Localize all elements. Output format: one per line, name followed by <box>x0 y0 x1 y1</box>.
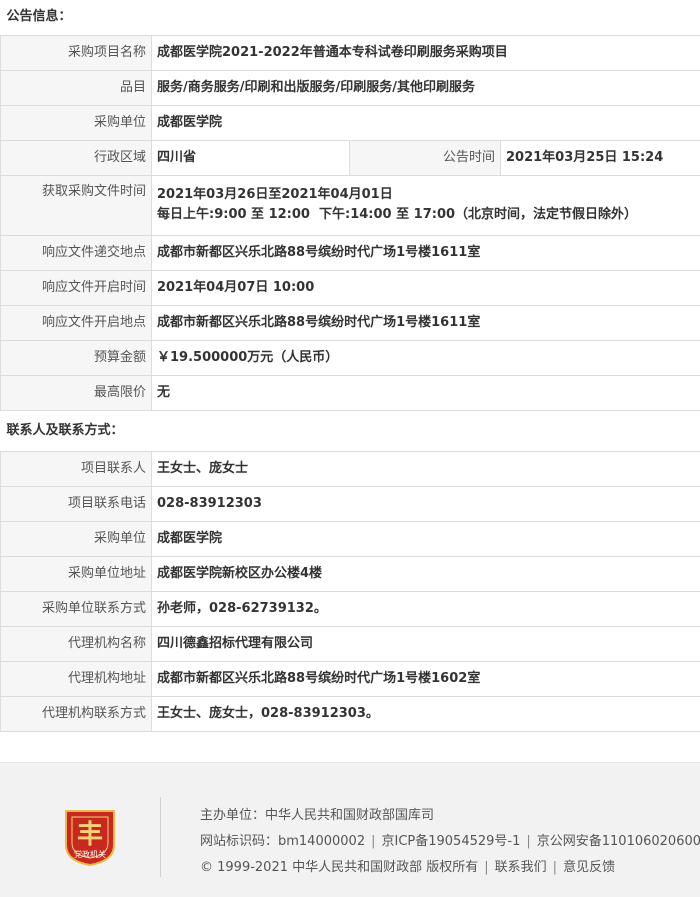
row-submit-place: 响应文件递交地点 成都市新都区兴乐北路88号缤纷时代广场1号楼1611室 <box>1 235 700 270</box>
label-category: 品目 <box>1 70 152 105</box>
row-project-name: 采购项目名称 成都医学院2021-2022年普通本专科试卷印刷服务采购项目 <box>1 35 700 70</box>
row-purchaser: 采购单位 成都医学院 <box>1 105 700 140</box>
row-category: 品目 服务/商务服务/印刷和出版服务/印刷服务/其他印刷服务 <box>1 70 700 105</box>
value-submit-place: 成都市新都区兴乐北路88号缤纷时代广场1号楼1611室 <box>152 235 700 270</box>
footer-icp[interactable]: 京ICP备19054529号-1 <box>381 834 520 849</box>
value-agency-name: 四川德鑫招标代理有限公司 <box>152 626 700 661</box>
label-doc-period: 获取采购文件时间 <box>1 175 152 235</box>
footer-site-id: 网站标识码：bm14000002 <box>200 834 365 849</box>
value-open-place: 成都市新都区兴乐北路88号缤纷时代广场1号楼1611室 <box>152 305 700 340</box>
notice-section-title: 公告信息： <box>1 0 700 35</box>
label-project-contact: 项目联系人 <box>1 451 152 486</box>
value-category: 服务/商务服务/印刷和出版服务/印刷服务/其他印刷服务 <box>152 70 700 105</box>
footer-separator: | <box>484 860 488 875</box>
value-project-contact: 王女士、庞女士 <box>152 451 700 486</box>
value-region: 四川省 <box>152 140 350 175</box>
footer-host: 主办单位：中华人民共和国财政部国库司 <box>200 803 700 829</box>
label-agency-address: 代理机构地址 <box>1 661 152 696</box>
value-purchaser: 成都医学院 <box>152 105 700 140</box>
footer-separator: | <box>553 860 557 875</box>
emblem-text: 党政机关 <box>74 849 106 859</box>
value-doc-period: 2021年03月26日至2021年04月01日 每日上午:9:00 至 12:0… <box>152 175 700 235</box>
row-budget: 预算金额 ￥19.500000万元（人民币） <box>1 340 700 375</box>
label-open-time: 响应文件开启时间 <box>1 270 152 305</box>
value-announce-time: 2021年03月25日 15:24 <box>501 140 700 175</box>
footer-separator: | <box>526 834 530 849</box>
footer-separator: | <box>371 834 375 849</box>
label-project-phone: 项目联系电话 <box>1 486 152 521</box>
value-agency-address: 成都市新都区兴乐北路88号缤纷时代广场1号楼1602室 <box>152 661 700 696</box>
feedback-link[interactable]: 意见反馈 <box>563 860 615 875</box>
row-open-time: 响应文件开启时间 2021年04月07日 10:00 <box>1 270 700 305</box>
label-project-name: 采购项目名称 <box>1 35 152 70</box>
site-footer: 丰 党政机关 主办单位：中华人民共和国财政部国库司 网站标识码：bm140000… <box>0 762 700 897</box>
label-purchaser: 采购单位 <box>1 105 152 140</box>
label-budget: 预算金额 <box>1 340 152 375</box>
label-max-price: 最高限价 <box>1 375 152 410</box>
value-open-time: 2021年04月07日 10:00 <box>152 270 700 305</box>
label-agency-contact: 代理机构联系方式 <box>1 696 152 731</box>
label-submit-place: 响应文件递交地点 <box>1 235 152 270</box>
row-agency-contact: 代理机构联系方式 王女士、庞女士，028-83912303。 <box>1 696 700 731</box>
label-purchaser-contact: 采购单位联系方式 <box>1 591 152 626</box>
row-project-contact: 项目联系人 王女士、庞女士 <box>1 451 700 486</box>
contact-us-link[interactable]: 联系我们 <box>495 860 547 875</box>
party-government-emblem-icon[interactable]: 丰 党政机关 <box>62 807 118 867</box>
row-project-phone: 项目联系电话 028-83912303 <box>1 486 700 521</box>
value-purchaser-address: 成都医学院新校区办公楼4楼 <box>152 556 700 591</box>
label-open-place: 响应文件开启地点 <box>1 305 152 340</box>
label-purchaser-address: 采购单位地址 <box>1 556 152 591</box>
contacts-section-title: 联系人及联系方式： <box>1 410 700 451</box>
svg-text:丰: 丰 <box>77 820 103 850</box>
value-purchaser-contact: 孙老师，028-62739132。 <box>152 591 700 626</box>
notice-table: 公告信息： 采购项目名称 成都医学院2021-2022年普通本专科试卷印刷服务采… <box>0 0 700 732</box>
label-region: 行政区域 <box>1 140 152 175</box>
row-open-place: 响应文件开启地点 成都市新都区兴乐北路88号缤纷时代广场1号楼1611室 <box>1 305 700 340</box>
row-doc-period: 获取采购文件时间 2021年03月26日至2021年04月01日 每日上午:9:… <box>1 175 700 235</box>
row-region-time: 行政区域 四川省 公告时间 2021年03月25日 15:24 <box>1 140 700 175</box>
label-agency-name: 代理机构名称 <box>1 626 152 661</box>
doc-period-dates: 2021年03月26日至2021年04月01日 <box>157 185 695 205</box>
row-agency-name: 代理机构名称 四川德鑫招标代理有限公司 <box>1 626 700 661</box>
row-agency-address: 代理机构地址 成都市新都区兴乐北路88号缤纷时代广场1号楼1602室 <box>1 661 700 696</box>
doc-period-hours: 每日上午:9:00 至 12:00 下午:14:00 至 17:00（北京时间，… <box>157 205 695 225</box>
row-purchaser-contact: 采购单位联系方式 孙老师，028-62739132。 <box>1 591 700 626</box>
footer-police[interactable]: 京公网安备11010602060068 <box>537 834 700 849</box>
footer-divider <box>160 797 161 877</box>
row-purchaser-address: 采购单位地址 成都医学院新校区办公楼4楼 <box>1 556 700 591</box>
value-agency-contact: 王女士、庞女士，028-83912303。 <box>152 696 700 731</box>
value-contact-purchaser: 成都医学院 <box>152 521 700 556</box>
value-project-phone: 028-83912303 <box>152 486 700 521</box>
label-announce-time: 公告时间 <box>350 140 501 175</box>
value-max-price: 无 <box>152 375 700 410</box>
value-project-name: 成都医学院2021-2022年普通本专科试卷印刷服务采购项目 <box>152 35 700 70</box>
footer-text: 主办单位：中华人民共和国财政部国库司 网站标识码：bm14000002 | 京ICP… <box>200 803 700 881</box>
row-max-price: 最高限价 无 <box>1 375 700 410</box>
row-contact-purchaser: 采购单位 成都医学院 <box>1 521 700 556</box>
footer-copyright: © 1999-2021 中华人民共和国财政部 版权所有 <box>200 860 478 875</box>
value-budget: ￥19.500000万元（人民币） <box>152 340 700 375</box>
footer-copyright-line: © 1999-2021 中华人民共和国财政部 版权所有 | 联系我们 | 意见反馈 <box>200 855 700 881</box>
footer-registration: 网站标识码：bm14000002 | 京ICP备19054529号-1 | 京公网安备1… <box>200 829 700 855</box>
label-contact-purchaser: 采购单位 <box>1 521 152 556</box>
announcement-document: 公告信息： 采购项目名称 成都医学院2021-2022年普通本专科试卷印刷服务采… <box>0 0 700 732</box>
